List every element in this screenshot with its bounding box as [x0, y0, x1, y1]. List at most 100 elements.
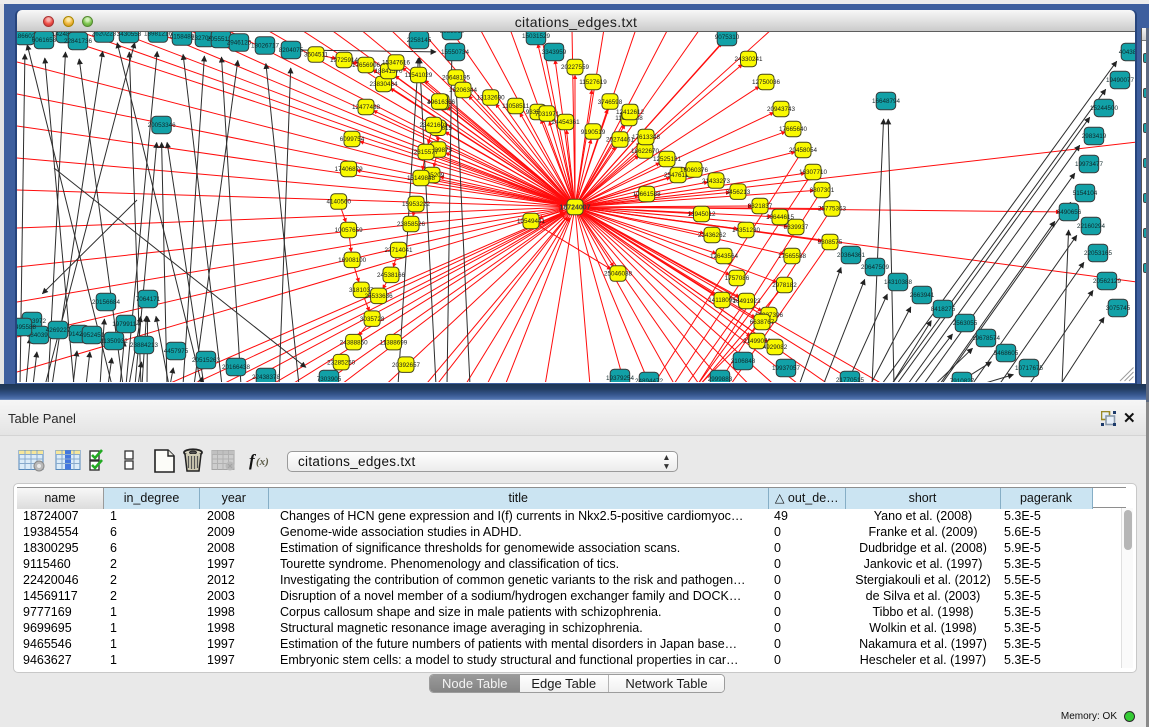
- svg-text:17613348: 17613348: [632, 134, 661, 141]
- svg-text:17565588: 17565588: [778, 253, 807, 260]
- svg-text:12643564: 12643564: [710, 253, 739, 260]
- svg-text:4140560: 4140560: [326, 199, 351, 206]
- svg-text:11388699: 11388699: [380, 339, 408, 346]
- svg-text:3075745: 3075745: [1106, 305, 1131, 312]
- svg-text:6099754: 6099754: [340, 136, 365, 143]
- svg-text:7064171: 7064171: [136, 296, 161, 303]
- svg-text:2978182: 2978182: [772, 282, 797, 289]
- svg-text:20227559: 20227559: [561, 64, 590, 71]
- svg-text:3343959: 3343959: [542, 49, 567, 56]
- svg-text:22841736: 22841736: [64, 38, 93, 45]
- svg-text:12525131: 12525131: [653, 156, 682, 163]
- svg-text:19937057: 19937057: [772, 365, 801, 372]
- svg-text:20562129: 20562129: [1093, 278, 1122, 285]
- svg-text:9190519: 9190519: [581, 129, 606, 136]
- svg-text:19678574: 19678574: [972, 335, 1001, 342]
- svg-text:15953222: 15953222: [402, 201, 431, 208]
- svg-text:20274461: 20274461: [606, 137, 635, 144]
- svg-text:20943743: 20943743: [767, 106, 796, 113]
- svg-text:19725914: 19725914: [330, 57, 359, 64]
- svg-text:2315577: 2315577: [414, 149, 439, 156]
- svg-text:3307301: 3307301: [810, 187, 835, 194]
- svg-text:4043823: 4043823: [1119, 49, 1135, 56]
- svg-text:2999883: 2999883: [708, 376, 733, 382]
- svg-text:13132690: 13132690: [477, 95, 506, 102]
- svg-text:24388850: 24388850: [340, 339, 369, 346]
- svg-text:13495588: 13495588: [17, 324, 36, 331]
- svg-text:12477488: 12477488: [352, 104, 381, 111]
- svg-text:6638767: 6638767: [750, 319, 775, 326]
- svg-text:19799114: 19799114: [112, 321, 140, 328]
- svg-text:11350932: 11350932: [100, 338, 128, 345]
- svg-text:15244500: 15244500: [1090, 105, 1119, 112]
- svg-text:16491923: 16491923: [732, 298, 761, 305]
- svg-text:19973477: 19973477: [1075, 161, 1104, 168]
- svg-text:23884213: 23884213: [130, 342, 159, 349]
- svg-text:1757086: 1757086: [725, 275, 750, 282]
- svg-text:20647509: 20647509: [861, 264, 890, 271]
- svg-text:9308575: 9308575: [818, 239, 843, 246]
- svg-text:17406879: 17406879: [335, 166, 364, 173]
- svg-text:18724007: 18724007: [559, 205, 590, 212]
- svg-text:2983419: 2983419: [1082, 133, 1107, 140]
- svg-text:20053346: 20053346: [148, 122, 177, 129]
- svg-text:7910827: 7910827: [950, 378, 975, 382]
- svg-text:23421603: 23421603: [419, 122, 448, 129]
- svg-text:12412612: 12412612: [616, 109, 645, 116]
- svg-text:5468605: 5468605: [994, 350, 1019, 357]
- svg-text:23285250: 23285250: [327, 359, 356, 366]
- svg-text:3035728: 3035728: [360, 316, 385, 323]
- svg-text:18026717: 18026717: [251, 43, 280, 50]
- svg-text:24330241: 24330241: [734, 56, 763, 63]
- svg-text:15031529: 15031529: [522, 33, 551, 40]
- svg-text:23436262: 23436262: [698, 232, 727, 239]
- svg-text:9075310: 9075310: [715, 34, 740, 41]
- svg-text:15550734: 15550734: [441, 49, 470, 56]
- svg-text:23830434: 23830434: [369, 81, 398, 88]
- svg-text:2258145: 2258145: [407, 37, 432, 44]
- svg-text:23858526: 23858526: [397, 221, 426, 228]
- svg-text:24538166: 24538166: [377, 272, 406, 279]
- svg-text:12750036: 12750036: [752, 79, 781, 86]
- svg-text:3883910: 3883910: [440, 32, 465, 35]
- svg-text:15347616: 15347616: [382, 60, 411, 67]
- svg-text:24454361: 24454361: [552, 119, 581, 126]
- svg-text:4457975: 4457975: [164, 348, 189, 355]
- svg-text:8204075: 8204075: [279, 47, 304, 54]
- svg-text:3106848: 3106848: [731, 358, 756, 365]
- svg-text:20392657: 20392657: [392, 362, 421, 369]
- svg-text:24894472: 24894472: [635, 378, 664, 382]
- svg-text:20364361: 20364361: [837, 252, 866, 259]
- svg-text:3430558: 3430558: [117, 32, 142, 38]
- svg-text:25533636: 25533636: [365, 293, 394, 300]
- svg-text:22714041: 22714041: [384, 247, 413, 254]
- svg-text:13945012: 13945012: [687, 211, 716, 218]
- svg-text:7031971: 7031971: [535, 111, 560, 118]
- svg-text:2663941: 2663941: [910, 292, 935, 299]
- svg-text:2946120: 2946120: [227, 40, 252, 47]
- svg-text:3604511: 3604511: [304, 52, 329, 59]
- svg-text:8490656: 8490656: [1057, 209, 1082, 216]
- svg-text:10717675: 10717675: [1015, 365, 1044, 372]
- svg-text:10057659: 10057659: [335, 227, 364, 234]
- svg-text:16307710: 16307710: [799, 169, 828, 176]
- svg-text:10549441: 10549441: [517, 218, 546, 225]
- svg-text:22160294: 22160294: [1077, 223, 1106, 230]
- svg-text:17665640: 17665640: [779, 126, 808, 133]
- svg-text:14351230: 14351230: [732, 227, 761, 234]
- svg-text:16060376: 16060376: [680, 167, 709, 174]
- svg-text:10661588: 10661588: [633, 191, 662, 198]
- svg-text:4269227: 4269227: [46, 327, 71, 334]
- svg-text:4929082: 4929082: [763, 344, 788, 351]
- svg-text:2620223: 2620223: [92, 32, 117, 38]
- svg-text:14310388: 14310388: [884, 279, 913, 286]
- svg-text:15149848: 15149848: [407, 175, 436, 182]
- svg-text:25046038: 25046038: [604, 271, 633, 278]
- svg-text:21433273: 21433273: [702, 178, 731, 185]
- svg-text:20166438: 20166438: [222, 364, 251, 371]
- svg-text:18622670: 18622670: [631, 148, 660, 155]
- svg-text:11541029: 11541029: [405, 72, 433, 79]
- svg-text:22438378: 22438378: [252, 374, 281, 381]
- svg-text:18981216: 18981216: [144, 32, 173, 38]
- svg-text:20515263: 20515263: [192, 357, 221, 364]
